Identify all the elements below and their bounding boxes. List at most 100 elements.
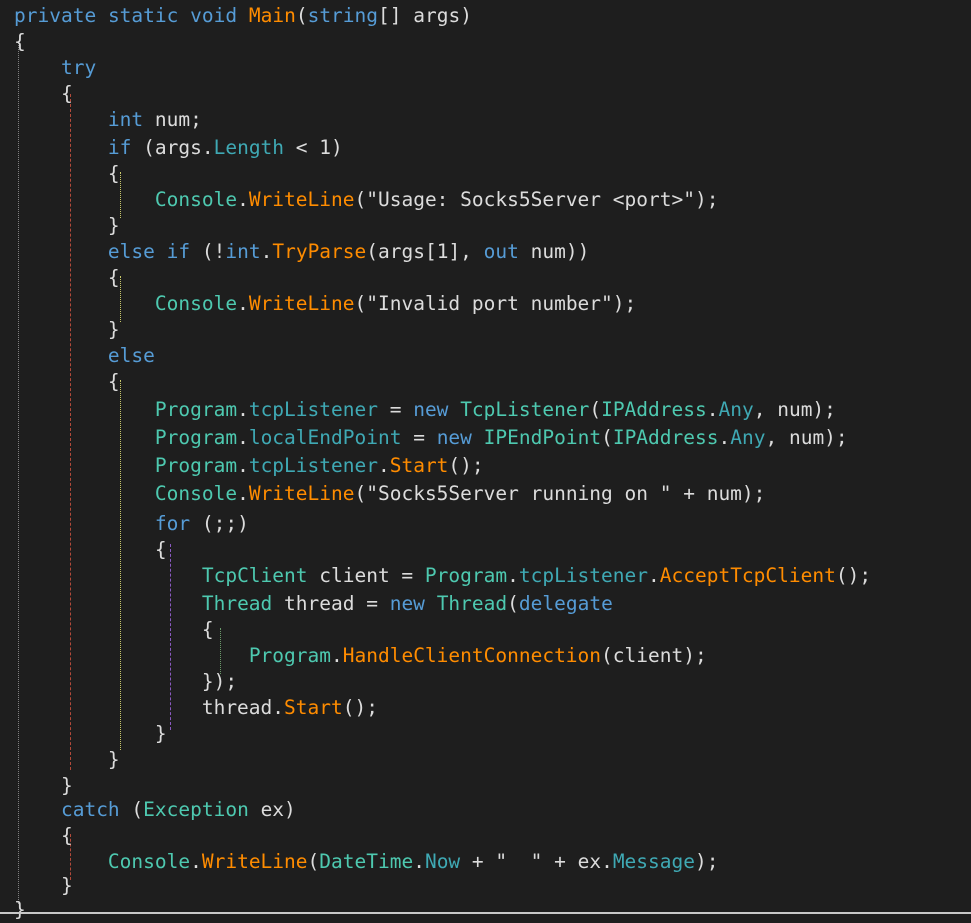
- code-token: Program: [154, 426, 238, 449]
- code-token: ("Usage: Socks5Server <port>");: [354, 188, 719, 211]
- code-token: (client);: [601, 644, 707, 667]
- code-token: {: [14, 618, 214, 641]
- code-token: );: [695, 850, 719, 873]
- code-token: });: [14, 670, 238, 693]
- code-token: Thread: [201, 592, 273, 615]
- code-token: AcceptTcpClient: [659, 564, 836, 587]
- code-token: Message: [612, 850, 695, 873]
- code-token: Start: [389, 454, 449, 477]
- code-token: (args[1],: [366, 240, 484, 263]
- code-token: Console: [154, 188, 238, 211]
- code-token: thread =: [272, 592, 390, 615]
- code-token: =: [377, 398, 414, 421]
- code-line: Program.tcpListener.Start();: [14, 452, 484, 480]
- code-token: Any: [718, 398, 754, 421]
- code-token: .: [718, 426, 731, 449]
- code-token: (;;): [190, 512, 249, 535]
- code-token: .: [237, 426, 249, 449]
- code-token: ();: [342, 696, 378, 719]
- code-line: private static void Main(string[] args): [14, 2, 472, 30]
- code-token: (: [307, 850, 320, 873]
- code-token: num)): [518, 240, 590, 263]
- code-token: static: [107, 4, 179, 27]
- code-token: ex): [248, 798, 296, 821]
- code-token: (: [507, 592, 519, 615]
- code-token: }: [14, 318, 120, 341]
- code-token: Now: [424, 850, 461, 873]
- code-token: delegate: [518, 592, 613, 615]
- code-line: Thread thread = new Thread(delegate: [14, 590, 613, 618]
- code-token: (: [589, 398, 602, 421]
- code-token: Start: [284, 696, 343, 719]
- code-line: else if (!int.TryParse(args[1], out num)…: [14, 238, 589, 266]
- code-token: Thread: [436, 592, 508, 615]
- code-token: [] args): [378, 4, 472, 27]
- code-token: int: [225, 240, 261, 263]
- code-token: out: [483, 240, 519, 263]
- code-token: , num);: [765, 426, 848, 449]
- code-token: int: [107, 108, 144, 131]
- code-line: {: [14, 264, 120, 292]
- code-token: else: [107, 344, 155, 367]
- code-line: }: [14, 746, 120, 774]
- code-token: {: [14, 162, 120, 185]
- code-token: void: [190, 4, 238, 27]
- code-line: Console.WriteLine("Socks5Server running …: [14, 480, 766, 508]
- code-token: }: [14, 214, 120, 237]
- code-token: {: [14, 824, 73, 847]
- code-token: TryParse: [272, 240, 367, 263]
- code-line: else: [14, 342, 155, 370]
- code-token: }: [14, 898, 26, 921]
- code-token: DateTime: [319, 850, 414, 873]
- code-token: tcpListener: [248, 398, 378, 421]
- code-token: {: [14, 30, 26, 53]
- code-token: num;: [143, 108, 202, 131]
- code-line: Program.HandleClientConnection(client);: [14, 642, 707, 670]
- code-token: + " " + ex.: [460, 850, 613, 873]
- code-token: client =: [307, 564, 425, 587]
- code-token: .: [331, 644, 343, 667]
- code-token: try: [60, 56, 97, 79]
- code-line: if (args.Length < 1): [14, 134, 343, 162]
- code-token: ();: [835, 564, 872, 587]
- code-token: else: [107, 240, 155, 263]
- code-token: localEndPoint: [248, 426, 402, 449]
- code-token: private: [14, 4, 97, 27]
- code-token: catch: [60, 798, 120, 821]
- code-token: .: [237, 454, 249, 477]
- code-token: Any: [730, 426, 766, 449]
- code-token: IPAddress: [612, 426, 719, 449]
- code-line: Console.WriteLine(DateTime.Now + " " + e…: [14, 848, 719, 876]
- code-line: {: [14, 536, 167, 564]
- code-token: < 1): [284, 136, 343, 159]
- code-token: (: [119, 798, 144, 821]
- code-token: (!: [190, 240, 226, 263]
- code-token: Program: [154, 454, 238, 477]
- code-token: ("Invalid port number");: [354, 292, 637, 315]
- code-token: Console: [154, 292, 238, 315]
- code-token: new: [389, 592, 425, 615]
- code-token: Main: [248, 4, 296, 27]
- code-token: Console: [154, 482, 238, 505]
- code-token: .: [260, 240, 273, 263]
- editor-bottom-border: [0, 912, 971, 914]
- code-token: if: [166, 240, 191, 263]
- code-editor[interactable]: private static void Main(string[] args){…: [0, 0, 971, 923]
- code-token: ("Socks5Server running on " + num);: [354, 482, 766, 505]
